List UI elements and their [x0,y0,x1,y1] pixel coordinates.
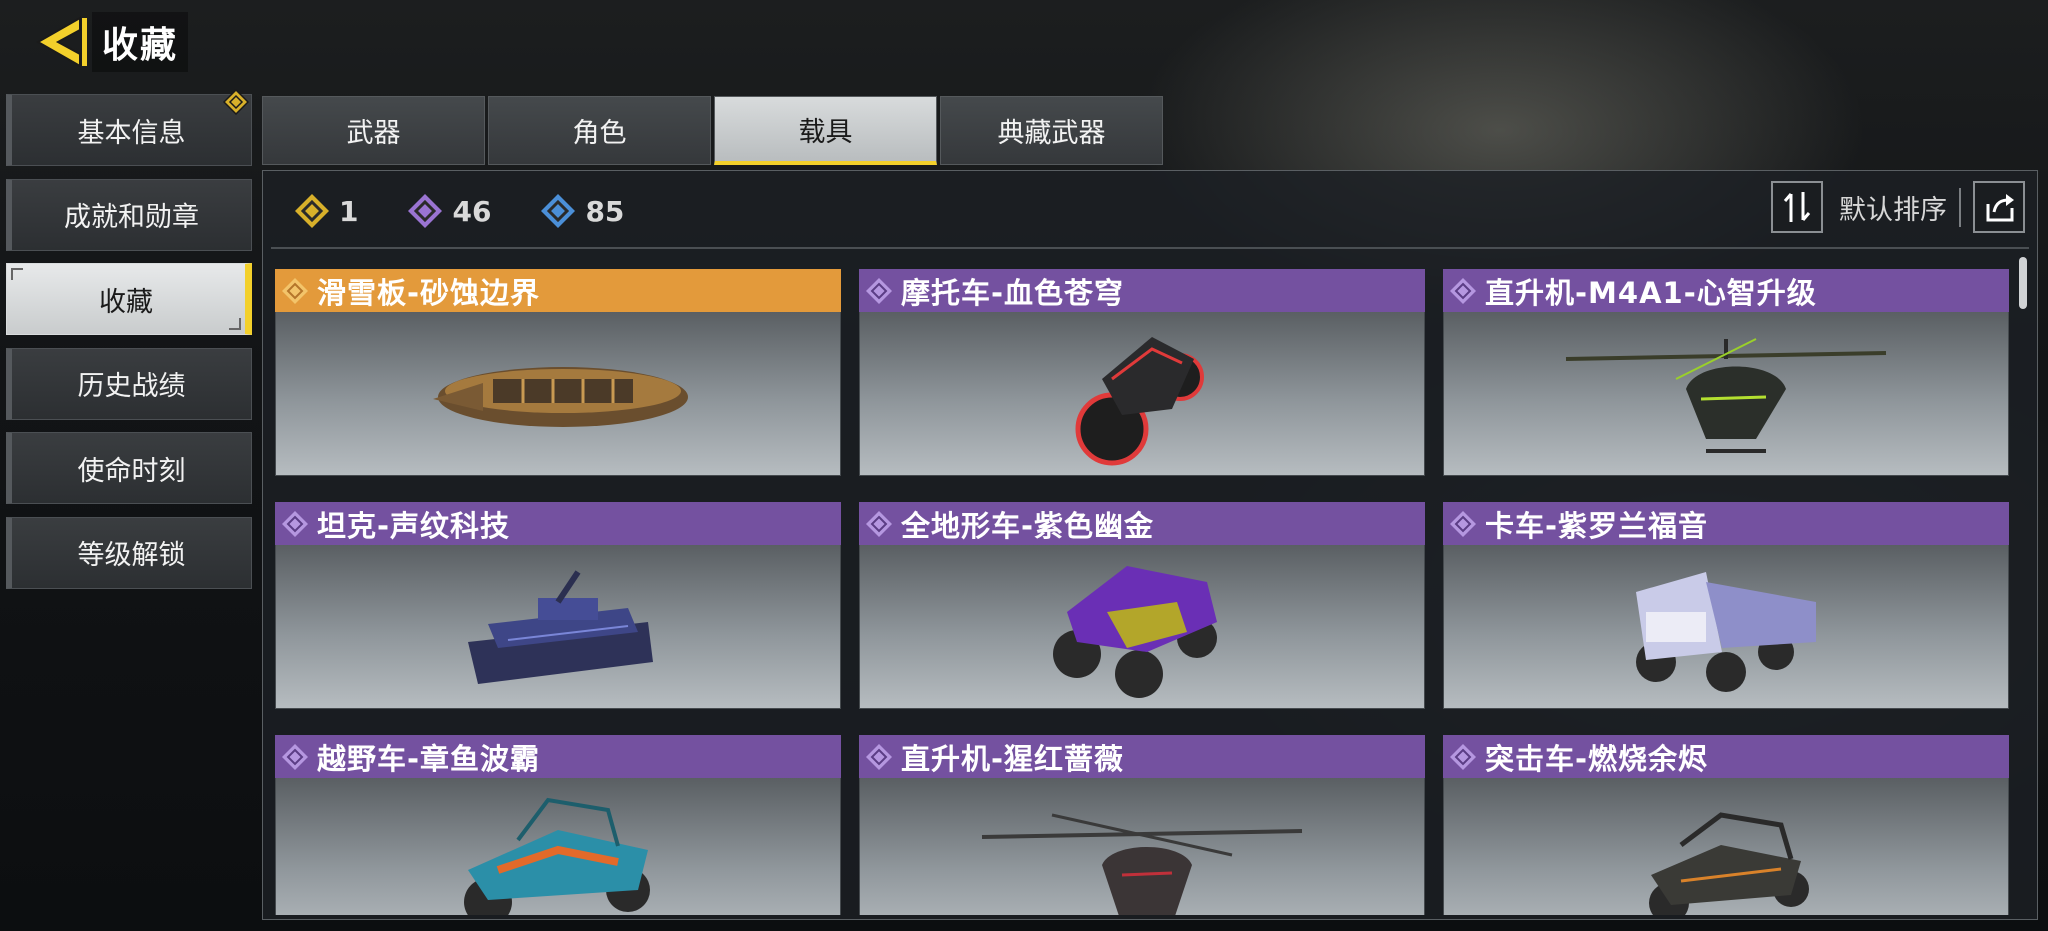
sidebar-item-label: 等级解锁 [77,540,186,571]
epic-diamond-icon [1450,743,1476,770]
epic-diamond-icon [282,743,308,770]
sidebar-item-label: 使命时刻 [77,455,186,487]
card-title-bar: 突击车-燃烧余烬 [1443,735,2009,778]
sort-label[interactable]: 默认排序 [1839,187,1961,227]
motorcycle-image [1075,336,1204,465]
vehicle-card[interactable]: 滑雪板-砂蚀边界 [275,269,841,476]
card-title-bar: 卡车-紫罗兰福音 [1443,502,2009,545]
vehicle-image [859,545,1425,709]
sort-arrows-icon [1783,192,1811,222]
sort-toggle-button[interactable] [1771,181,1823,233]
share-button[interactable] [1973,181,2025,233]
vehicle-image [275,312,841,476]
card-name: 坦克-声纹科技 [317,508,511,543]
scrollbar-thumb[interactable] [2019,257,2027,309]
card-title-bar: 全地形车-紫色幽金 [859,502,1425,545]
card-title-bar: 越野车-章鱼波霸 [275,735,841,778]
rare-diamond-icon [541,194,576,228]
assault-vehicle-image [1649,811,1809,915]
card-title-bar: 坦克-声纹科技 [275,502,841,545]
rarity-stats: 1 46 85 [293,191,672,231]
vehicle-grid: 滑雪板-砂蚀边界 摩托车-血色苍穹 直升机-M4A1-心智升级 坦克-声纹科技 … [275,269,2009,915]
tab-vehicles[interactable]: 载具 [714,96,937,165]
offroad-buggy-image [464,797,650,915]
card-name: 直升机-M4A1-心智升级 [1485,275,1817,310]
vehicle-image [859,778,1425,915]
card-title-bar: 摩托车-血色苍穹 [859,269,1425,312]
vehicle-card[interactable]: 直升机-M4A1-心智升级 [1443,269,2009,476]
sidebar-item-label: 历史战绩 [77,371,186,402]
page-title: 收藏 [92,12,189,72]
header: 收藏 [30,12,189,72]
vehicle-card[interactable]: 卡车-紫罗兰福音 [1443,502,2009,709]
card-name: 滑雪板-砂蚀边界 [317,275,541,310]
tab-legendary-weapons[interactable]: 典藏武器 [940,96,1163,165]
vehicle-image [1443,778,2009,915]
tab-weapons[interactable]: 武器 [262,96,485,165]
legendary-diamond-icon [282,277,308,304]
vehicle-image [1443,545,2009,709]
vehicle-image [859,312,1425,476]
sidebar-item-basic-info[interactable]: 基本信息 [6,89,252,166]
vehicle-card[interactable]: 突击车-燃烧余烬 [1443,735,2009,915]
sidebar-nav: 基本信息 成就和勋章 收藏 历史战绩 使命时刻 等级解锁 [6,89,252,601]
sidebar-item-label: 成就和勋章 [64,202,199,233]
collection-panel: 1 46 85 默认排序 滑雪板-砂蚀边界 摩托车-血色苍穹 直升机-M4A1-… [262,170,2038,920]
card-name: 卡车-紫罗兰福音 [1485,508,1709,543]
vehicle-card[interactable]: 直升机-猩红蔷薇 [859,735,1425,915]
helicopter-image [1565,337,1887,453]
card-name: 摩托车-血色苍穹 [901,275,1125,310]
vehicle-card[interactable]: 越野车-章鱼波霸 [275,735,841,915]
new-badge-icon [223,89,249,115]
back-arrow-icon [35,16,87,68]
card-name: 直升机-猩红蔷薇 [901,741,1125,776]
legendary-diamond-icon [295,194,329,228]
epic-diamond-icon [408,194,443,228]
card-name: 越野车-章鱼波霸 [317,741,541,776]
sidebar-item-moments[interactable]: 使命时刻 [6,432,252,504]
truck-image [1636,571,1816,692]
card-title-bar: 直升机-猩红蔷薇 [859,735,1425,778]
sidebar-item-label: 收藏 [99,286,153,318]
atv-image [1053,565,1217,698]
vehicle-image [275,778,841,915]
vehicle-image [275,545,841,709]
helicopter-image [981,813,1303,915]
vehicle-card[interactable]: 坦克-声纹科技 [275,502,841,709]
epic-count: 46 [406,192,491,230]
back-button[interactable] [30,12,90,72]
card-name: 全地形车-紫色幽金 [901,508,1155,543]
sort-controls: 默认排序 [1771,181,2025,233]
epic-diamond-icon [1450,510,1476,537]
sidebar-item-level-unlock[interactable]: 等级解锁 [6,516,252,589]
sidebar-item-achievements[interactable]: 成就和勋章 [6,178,252,251]
snowboard-image [433,366,688,427]
tank-image [468,569,653,684]
sidebar-item-collection[interactable]: 收藏 [6,263,252,335]
epic-diamond-icon [866,743,892,770]
card-title-bar: 滑雪板-砂蚀边界 [275,269,841,312]
vehicle-image [1443,312,2009,476]
legendary-count: 1 [293,192,358,230]
epic-diamond-icon [282,510,308,537]
divider [271,247,2029,249]
epic-diamond-icon [866,277,892,304]
sidebar-item-label: 基本信息 [77,117,186,149]
share-icon [1986,194,2014,222]
tab-characters[interactable]: 角色 [488,96,711,165]
vehicle-card[interactable]: 摩托车-血色苍穹 [859,269,1425,476]
rare-count: 85 [539,192,624,230]
epic-diamond-icon [866,510,892,537]
vehicle-card[interactable]: 全地形车-紫色幽金 [859,502,1425,709]
card-name: 突击车-燃烧余烬 [1485,741,1709,776]
sidebar-item-history[interactable]: 历史战绩 [6,347,252,420]
epic-diamond-icon [1450,277,1476,304]
card-title-bar: 直升机-M4A1-心智升级 [1443,269,2009,312]
category-tabs: 武器 角色 载具 典藏武器 [262,96,1166,165]
